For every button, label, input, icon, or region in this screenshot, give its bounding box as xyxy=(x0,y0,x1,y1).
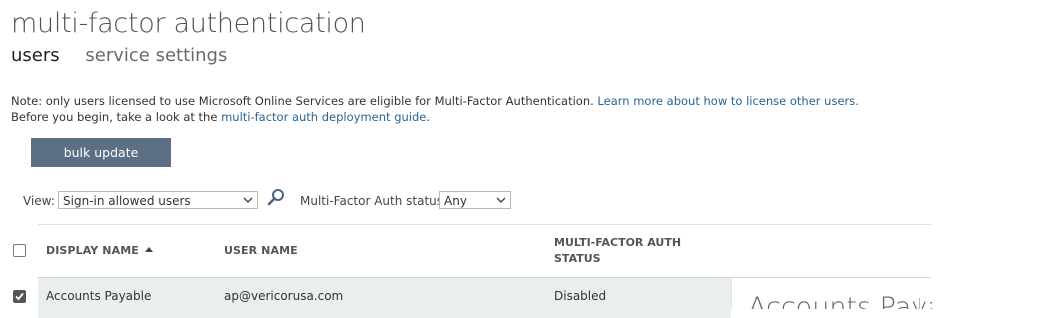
chevron-down-icon xyxy=(243,197,253,203)
view-select[interactable]: Sign-in allowed users xyxy=(58,191,258,209)
deployment-note-end: . xyxy=(426,110,431,124)
detail-panel-scrollbar[interactable] xyxy=(919,298,920,309)
cell-display-name: Accounts Payable xyxy=(46,289,152,303)
deployment-guide-link[interactable]: multi-factor auth deployment guide xyxy=(221,110,426,124)
license-note-text: Note: only users licensed to use Microso… xyxy=(11,94,594,108)
license-info-link[interactable]: Learn more about how to license other us… xyxy=(597,94,859,108)
column-header-display-name[interactable]: DISPLAY NAME xyxy=(46,244,153,257)
tab-users[interactable]: users xyxy=(11,45,60,66)
checkmark-icon xyxy=(15,292,24,301)
column-header-user-name[interactable]: USER NAME xyxy=(224,244,298,257)
table-divider xyxy=(38,224,931,225)
sort-ascending-icon xyxy=(144,247,153,252)
column-header-mfa-status-line2: STATUS xyxy=(554,252,601,265)
select-all-checkbox[interactable] xyxy=(13,244,26,257)
column-header-display-name-label: DISPLAY NAME xyxy=(46,244,139,257)
cell-mfa-status: Disabled xyxy=(554,289,607,303)
bulk-update-button[interactable]: bulk update xyxy=(31,138,171,167)
deployment-note-text: Before you begin, take a look at the xyxy=(11,110,218,124)
mfa-status-select-value: Any xyxy=(444,194,467,208)
cell-user-name: ap@vericorusa.com xyxy=(224,289,344,303)
tab-bar: users service settings xyxy=(11,45,247,66)
view-label: View: xyxy=(23,194,55,208)
view-select-value: Sign-in allowed users xyxy=(63,194,191,208)
chevron-down-icon xyxy=(496,197,506,203)
detail-panel-title: Accounts Payabl xyxy=(748,292,932,309)
mfa-status-label: Multi-Factor Auth status: xyxy=(300,194,448,208)
license-note: Note: only users licensed to use Microso… xyxy=(11,93,859,125)
mfa-status-select[interactable]: Any xyxy=(439,191,511,209)
page-title: multi-factor authentication xyxy=(11,8,366,39)
tab-service-settings[interactable]: service settings xyxy=(85,45,227,66)
row-checkbox[interactable] xyxy=(13,290,26,303)
column-header-mfa-status[interactable]: MULTI-FACTOR AUTH STATUS xyxy=(554,235,681,267)
user-detail-panel: Accounts Payabl xyxy=(731,278,932,309)
search-icon[interactable] xyxy=(266,188,286,208)
column-header-mfa-status-line1: MULTI-FACTOR AUTH xyxy=(554,236,682,249)
